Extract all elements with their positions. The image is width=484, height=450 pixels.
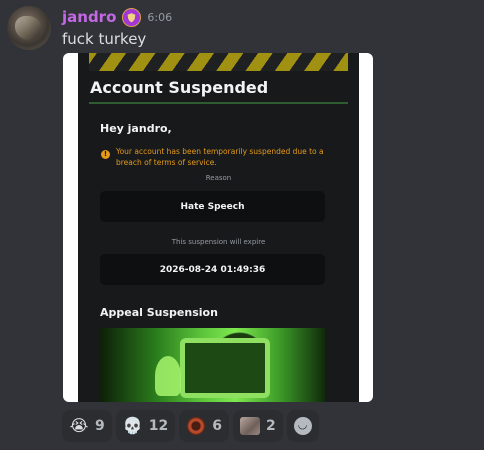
embed-title: Account Suspended	[90, 78, 269, 97]
warning-text: Your account has been temporarily suspen…	[116, 147, 324, 167]
shield-crest-icon[interactable]	[122, 7, 142, 27]
reaction-skull[interactable]: 💀 12	[115, 410, 176, 442]
figurine	[155, 356, 181, 396]
appeal-title: Appeal Suspension	[100, 306, 218, 319]
crying-face-icon: 😭	[69, 416, 89, 435]
username[interactable]: jandro	[62, 8, 116, 26]
divider	[89, 102, 348, 104]
reaction-custom[interactable]: 2	[232, 410, 283, 442]
reaction-count: 9	[95, 418, 105, 434]
warning-icon: !	[101, 150, 110, 159]
reaction-count: 6	[212, 418, 222, 434]
greeting: Hey jandro,	[100, 122, 172, 135]
smiley-icon	[293, 417, 312, 435]
crt-monitor	[180, 338, 270, 398]
reason-value: Hate Speech	[100, 191, 325, 222]
add-reaction-button[interactable]	[286, 410, 319, 442]
expire-label: This suspension will expire	[171, 238, 266, 246]
image-attachment[interactable]: Account Suspended Hey jandro, ! Your acc…	[63, 53, 373, 402]
reason-label: Reason	[205, 174, 232, 182]
skull-icon: 💀	[122, 416, 143, 435]
avatar[interactable]	[7, 6, 51, 50]
reactions-bar: 😭 9 💀 12 6 2	[62, 410, 319, 442]
timestamp: 6:06	[147, 10, 173, 24]
suspension-screenshot: Account Suspended Hey jandro, ! Your acc…	[78, 53, 359, 402]
hazard-stripe-banner	[89, 53, 348, 71]
reaction-crying[interactable]: 😭 9	[62, 410, 112, 442]
expire-value: 2026-08-24 01:49:36	[100, 254, 325, 285]
reaction-count: 2	[265, 418, 276, 434]
custom-image-icon	[239, 416, 260, 436]
reaction-count: 12	[148, 418, 169, 434]
message-text: fuck turkey	[62, 30, 147, 48]
green-monitor-photo	[100, 328, 325, 402]
reaction-ring[interactable]: 6	[179, 410, 229, 442]
message-header: jandro 6:06	[62, 7, 172, 27]
ring-icon	[186, 416, 206, 436]
